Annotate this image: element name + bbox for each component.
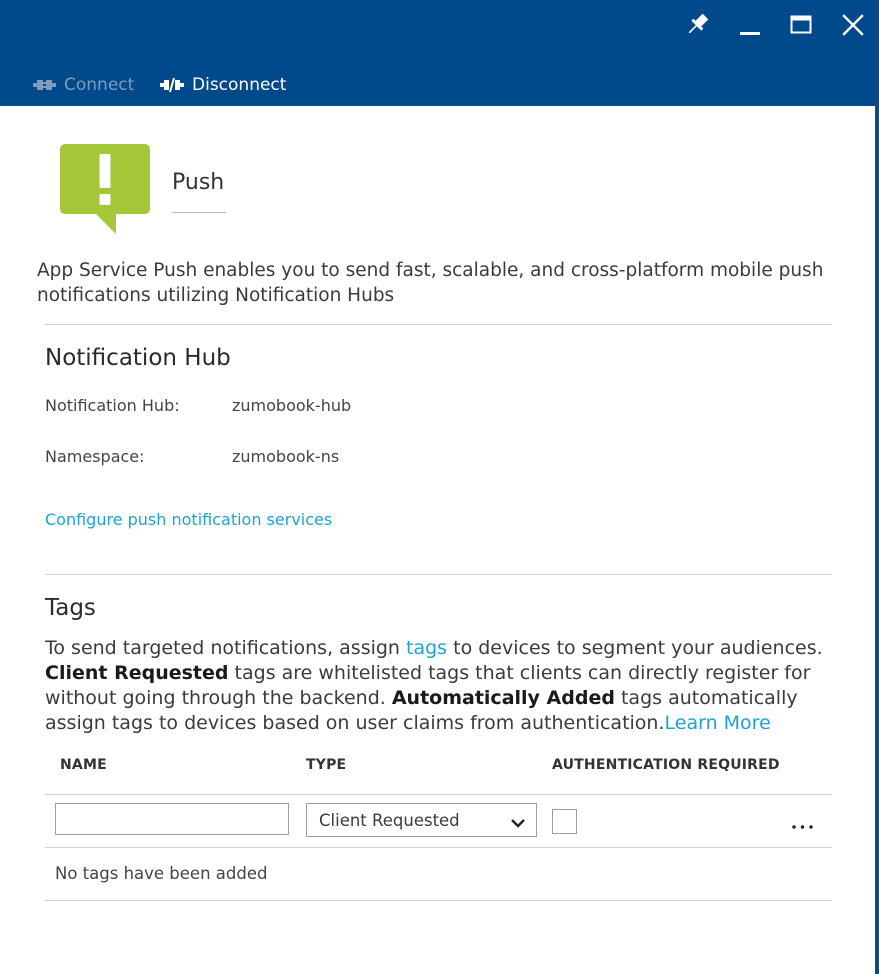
divider	[45, 574, 832, 575]
connect-label: Connect	[64, 75, 135, 95]
table-header-divider	[45, 794, 832, 795]
tag-type-select[interactable]: Client Requested	[306, 803, 537, 837]
page-title: Push	[172, 170, 225, 195]
connect-button[interactable]: Connect	[33, 73, 134, 97]
push-intro-text: App Service Push enables you to send fas…	[37, 260, 824, 306]
minimize-icon[interactable]	[733, 8, 767, 42]
disconnect-label: Disconnect	[192, 75, 287, 95]
column-header-auth: AUTHENTICATION REQUIRED	[552, 757, 780, 773]
hub-value: zumobook-hub	[232, 396, 352, 415]
chevron-down-icon	[510, 814, 526, 833]
learn-more-link[interactable]: Learn More	[665, 712, 771, 734]
notification-hub-heading: Notification Hub	[45, 345, 231, 371]
more-options-icon[interactable]	[786, 812, 820, 836]
automatically-added-term: Automatically Added	[391, 687, 615, 709]
client-requested-term: Client Requested	[45, 662, 229, 684]
disconnect-button[interactable]: Disconnect	[160, 73, 286, 97]
auth-required-checkbox[interactable]	[552, 809, 577, 834]
close-icon[interactable]	[836, 8, 870, 42]
column-header-name: NAME	[60, 757, 107, 773]
tag-name-input[interactable]	[55, 803, 289, 835]
namespace-value: zumobook-ns	[232, 447, 340, 466]
push-notification-icon	[60, 144, 150, 234]
tag-type-selected-value: Client Requested	[319, 811, 460, 830]
blade-header: Connect Disconnect	[0, 0, 875, 106]
tags-description: To send targeted notifications, assign t…	[45, 636, 835, 736]
divider	[45, 324, 832, 325]
maximize-icon[interactable]	[784, 8, 818, 42]
title-underline	[172, 212, 226, 213]
window-frame-edge	[875, 0, 879, 974]
pin-icon[interactable]	[680, 8, 714, 42]
namespace-label: Namespace:	[45, 447, 145, 466]
table-bottom-divider	[45, 900, 832, 901]
plug-disconnect-icon	[160, 77, 184, 93]
hub-label: Notification Hub:	[45, 396, 180, 415]
column-header-type: TYPE	[306, 757, 347, 773]
table-row-divider	[45, 847, 832, 848]
plug-connect-icon	[33, 78, 56, 92]
empty-tags-message: No tags have been added	[55, 864, 268, 883]
configure-push-link[interactable]: Configure push notification services	[45, 510, 332, 529]
tags-desc-text: to devices to segment your audiences.	[447, 637, 823, 659]
tags-desc-text: To send targeted notifications, assign	[45, 637, 407, 659]
tags-heading: Tags	[45, 595, 96, 621]
tags-link[interactable]: tags	[406, 637, 447, 659]
